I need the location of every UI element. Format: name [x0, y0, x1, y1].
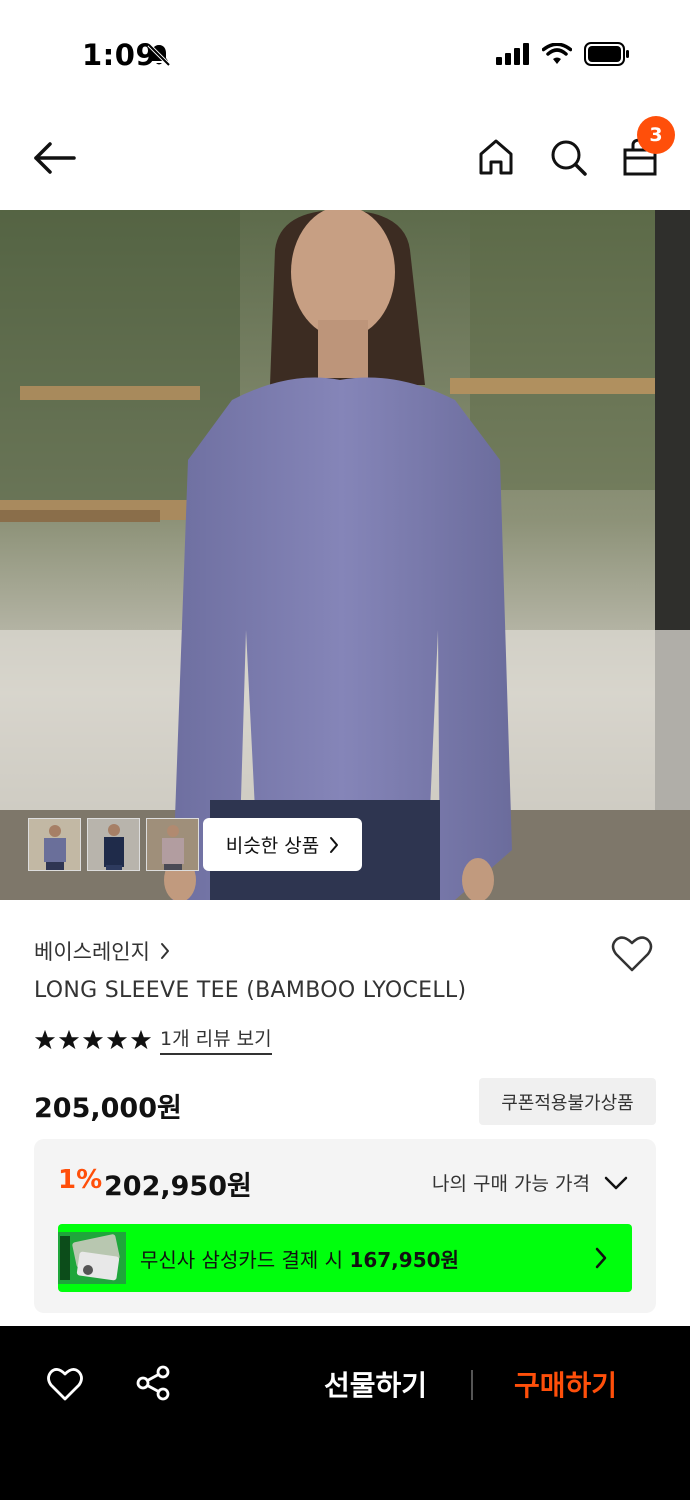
star-icon — [106, 1029, 128, 1049]
thumbnail-1-image — [29, 819, 80, 870]
bottom-bar-divider — [471, 1370, 473, 1400]
star-icon — [58, 1029, 80, 1049]
thumbnail-strip — [28, 818, 199, 871]
product-photo — [0, 210, 690, 900]
thumbnail-3[interactable] — [146, 818, 199, 871]
star-icon — [34, 1029, 56, 1049]
rating-row: 1개 리뷰 보기 — [34, 1024, 272, 1055]
chevron-down-icon — [604, 1176, 628, 1189]
my-price-label: 나의 구매 가능 가격 — [432, 1173, 590, 1195]
thumbnail-3-image — [147, 819, 198, 870]
signal-icon — [496, 43, 529, 65]
review-link[interactable]: 1개 리뷰 보기 — [160, 1024, 272, 1055]
back-arrow-icon[interactable] — [30, 138, 80, 178]
bell-slash-icon — [147, 43, 171, 67]
cart-count-badge: 3 — [637, 116, 675, 154]
original-price: 205,000원 — [34, 1093, 182, 1124]
wifi-icon — [542, 43, 572, 64]
chevron-right-icon — [160, 943, 169, 959]
star-icon — [130, 1029, 152, 1049]
card-promo-text: 무신사 삼성카드 결제 시 167,950원 — [140, 1244, 459, 1273]
chevron-right-icon — [595, 1247, 607, 1269]
similar-products-label: 비슷한 상품 — [225, 835, 320, 857]
my-price-toggle[interactable]: 나의 구매 가능 가격 — [432, 1169, 628, 1196]
coupon-badge: 쿠폰적용불가상품 — [479, 1078, 656, 1125]
home-icon[interactable] — [476, 136, 516, 178]
chevron-right-icon — [330, 836, 339, 853]
heart-icon[interactable] — [46, 1366, 84, 1402]
price-box: 1% 202,950원 나의 구매 가능 가격 무신사 삼성카드 결제 시 16… — [34, 1139, 656, 1313]
gift-button[interactable]: 선물하기 — [324, 1364, 427, 1404]
status-icons — [496, 42, 630, 66]
share-icon[interactable] — [134, 1364, 172, 1402]
thumbnail-1[interactable] — [28, 818, 81, 871]
discount-price: 202,950원 — [104, 1171, 252, 1202]
brand-link[interactable]: 베이스레인지 — [34, 936, 170, 966]
card-promo-banner[interactable]: 무신사 삼성카드 결제 시 167,950원 — [58, 1224, 632, 1292]
card-promo-prefix: 무신사 삼성카드 결제 시 — [140, 1248, 350, 1272]
product-hero-image[interactable] — [0, 210, 690, 900]
card-promo-price: 167,950원 — [349, 1248, 459, 1272]
product-title: LONG SLEEVE TEE (BAMBOO LYOCELL) — [34, 978, 467, 1003]
card-promo-image — [58, 1232, 126, 1284]
brand-name: 베이스레인지 — [34, 940, 150, 964]
buy-button[interactable]: 구매하기 — [514, 1364, 617, 1404]
status-bar: 1:09 — [0, 0, 690, 110]
thumbnail-2-image — [88, 819, 139, 870]
top-nav-bar — [0, 110, 690, 210]
discount-percent: 1% — [58, 1165, 103, 1195]
thumbnail-2[interactable] — [87, 818, 140, 871]
star-icon — [82, 1029, 104, 1049]
search-icon[interactable] — [548, 136, 588, 178]
battery-icon — [584, 42, 629, 66]
similar-products-button[interactable]: 비슷한 상품 — [203, 818, 362, 871]
rating-stars — [34, 1029, 152, 1051]
wishlist-heart-icon[interactable] — [610, 934, 654, 974]
bottom-action-bar: 선물하기 구매하기 — [0, 1326, 690, 1500]
